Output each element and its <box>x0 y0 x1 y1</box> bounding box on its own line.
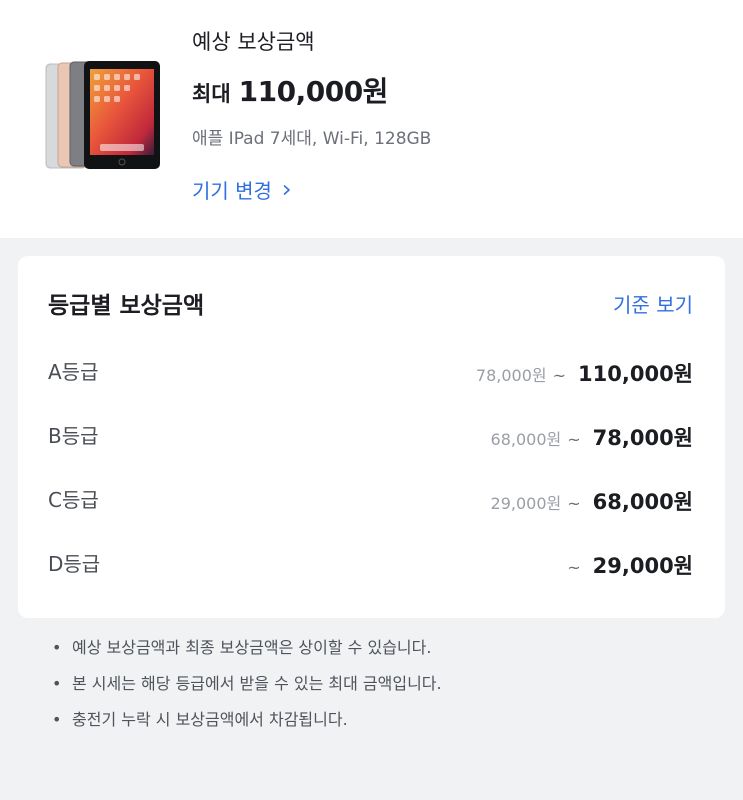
change-device-link[interactable]: 기기 변경 <box>192 175 292 204</box>
ipad-device-image <box>45 61 160 169</box>
notice-item: 본 시세는 해당 등급에서 받을 수 있는 최대 금액입니다. <box>52 672 442 708</box>
grade-name: D등급 <box>48 552 101 576</box>
grade-max-amount: 68,000원 <box>592 490 693 514</box>
grade-min-amount: 78,000원 <box>475 366 547 385</box>
grade-name: C등급 <box>48 488 99 512</box>
range-tilde: ~ <box>567 494 581 513</box>
grade-max-amount: 29,000원 <box>592 554 693 578</box>
device-model: 애플 IPad 7세대, Wi-Fi, 128GB <box>192 129 432 149</box>
range-tilde: ~ <box>552 366 567 385</box>
max-prefix: 최대 <box>192 82 231 106</box>
grade-range: 68,000원 ~ 78,000원 <box>491 422 693 452</box>
grade-name: A등급 <box>48 360 99 384</box>
max-amount: 최대 110,000원 <box>192 70 388 110</box>
notice-list: 예상 보상금액과 최종 보상금액은 상이할 수 있습니다. 본 시세는 해당 등… <box>52 636 442 744</box>
max-value: 110,000원 <box>238 75 389 108</box>
card-title: 등급별 보상금액 <box>48 293 205 319</box>
grade-range: ~ 29,000원 <box>561 550 693 580</box>
range-tilde: ~ <box>567 430 581 449</box>
grade-max-amount: 110,000원 <box>578 362 693 386</box>
grade-row-d: D등급 ~ 29,000원 <box>48 548 693 584</box>
grade-range: 29,000원 ~ 68,000원 <box>491 486 693 516</box>
grade-compensation-card: 등급별 보상금액 기준 보기 A등급 78,000원 ~ 110,000원 B등… <box>18 256 725 618</box>
view-criteria-link[interactable]: 기준 보기 <box>613 289 693 318</box>
range-tilde: ~ <box>567 558 581 577</box>
grade-min-amount: 29,000원 <box>490 494 562 513</box>
grade-min-amount: 68,000원 <box>490 430 562 449</box>
grade-row-b: B등급 68,000원 ~ 78,000원 <box>48 420 693 456</box>
notice-item: 예상 보상금액과 최종 보상금액은 상이할 수 있습니다. <box>52 636 442 672</box>
estimate-label: 예상 보상금액 <box>192 30 315 54</box>
device-summary-panel: 예상 보상금액 최대 110,000원 애플 IPad 7세대, Wi-Fi, … <box>0 0 743 238</box>
notice-item: 충전기 누락 시 보상금액에서 차감됩니다. <box>52 708 442 744</box>
grade-row-c: C등급 29,000원 ~ 68,000원 <box>48 484 693 520</box>
change-device-label: 기기 변경 <box>192 179 272 203</box>
grade-name: B등급 <box>48 424 99 448</box>
grade-row-a: A등급 78,000원 ~ 110,000원 <box>48 356 693 392</box>
chevron-right-icon <box>283 184 290 195</box>
grade-max-amount: 78,000원 <box>592 426 693 450</box>
grade-range: 78,000원 ~ 110,000원 <box>476 358 693 388</box>
